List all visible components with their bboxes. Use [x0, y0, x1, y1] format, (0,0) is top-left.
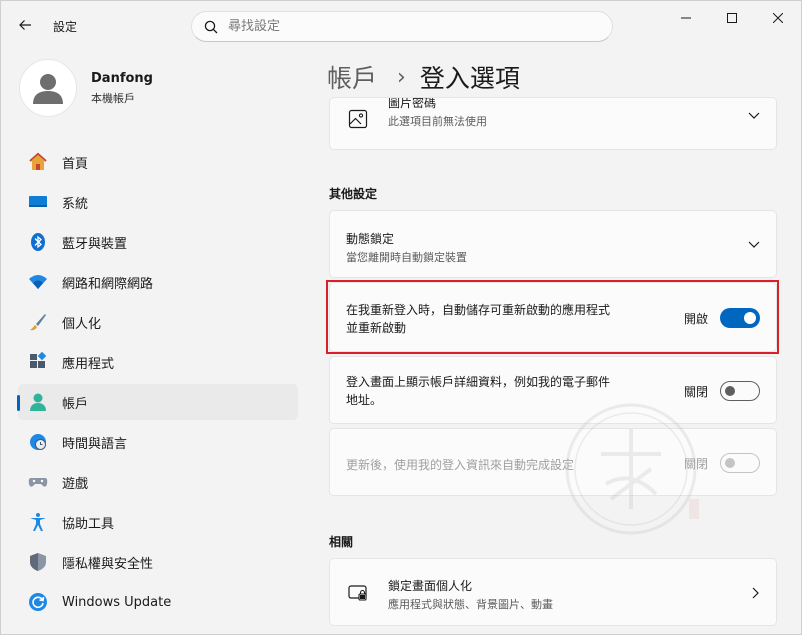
maximize-icon [727, 13, 737, 23]
accessibility-icon [28, 512, 48, 532]
breadcrumb-parent[interactable]: 帳戶 [327, 59, 377, 95]
clock-globe-icon [28, 432, 48, 452]
show-account-details-toggle[interactable] [720, 381, 760, 401]
restart-apps-card: 在我重新登入時，自動儲存可重新啟動的應用程式 並重新啟動 開啟 [329, 282, 777, 352]
sidebar-item-gaming[interactable]: 遊戲 [18, 464, 298, 500]
sidebar-item-label: 協助工具 [62, 516, 115, 532]
minimize-button[interactable] [663, 1, 709, 35]
chevron-down-icon[interactable] [748, 241, 760, 249]
avatar [19, 59, 77, 117]
sidebar-item-accounts[interactable]: 帳戶 [17, 384, 298, 420]
lock-screen-title: 鎖定畫面個人化 [388, 579, 473, 593]
lock-screen-subtitle: 應用程式與狀態、背景圖片、動畫 [388, 598, 553, 611]
sidebar-item-bluetooth[interactable]: 藍牙與裝置 [18, 224, 298, 260]
dynamic-lock-subtitle: 當您離開時自動鎖定裝置 [346, 251, 467, 264]
home-icon [28, 152, 48, 172]
show-account-details-state: 關閉 [683, 384, 708, 399]
sidebar-item-windows-update[interactable]: Windows Update [18, 584, 298, 620]
update-icon [28, 592, 48, 612]
sidebar-item-label: 應用程式 [62, 356, 115, 372]
dynamic-lock-title: 動態鎖定 [346, 232, 395, 246]
breadcrumb-separator: › [397, 64, 406, 90]
sidebar-item-network[interactable]: 網路和網際網路 [18, 264, 298, 300]
profile-account-type: 本機帳戶 [91, 91, 135, 105]
back-arrow-icon [19, 20, 31, 30]
minimize-icon [681, 17, 691, 19]
sidebar-item-apps[interactable]: 應用程式 [18, 344, 298, 380]
picture-password-card[interactable]: 圖片密碼 此選項目前無法使用 [329, 97, 777, 150]
brush-icon [28, 312, 48, 332]
related-heading: 相關 [329, 535, 354, 549]
profile-name: Danfong [91, 70, 153, 86]
sidebar-nav: 首頁 系統 藍牙與裝置 網路和網際網路 個人化 應用程式 帳戶 時間與語言 遊戲… [17, 144, 298, 624]
sidebar-item-label: 帳戶 [62, 396, 89, 412]
auto-finish-setup-card: 更新後，使用我的登入資訊來自動完成設定 關閉 [329, 428, 777, 496]
back-button[interactable] [11, 11, 39, 39]
breadcrumb: 帳戶 › 登入選項 [327, 59, 520, 95]
close-button[interactable] [755, 1, 801, 35]
picture-icon [348, 109, 368, 133]
chevron-right-icon[interactable] [752, 587, 760, 599]
maximize-button[interactable] [709, 1, 755, 35]
auto-finish-setup-label: 更新後，使用我的登入資訊來自動完成設定 [346, 458, 575, 472]
sidebar-item-privacy-security[interactable]: 隱私權與安全性 [18, 544, 298, 580]
sidebar-item-label: 網路和網際網路 [62, 276, 154, 292]
account-icon [28, 392, 48, 412]
restart-apps-label-line2: 並重新啟動 [346, 321, 407, 335]
show-account-details-card: 登入畫面上顯示帳戶詳細資料，例如我的電子郵件 地址。 關閉 [329, 356, 777, 424]
sidebar-item-accessibility[interactable]: 協助工具 [18, 504, 298, 540]
search-box[interactable] [191, 11, 613, 42]
sidebar-item-system[interactable]: 系統 [18, 184, 298, 220]
shield-icon [28, 552, 48, 572]
gamepad-icon [28, 472, 48, 492]
user-profile[interactable]: Danfong 本機帳戶 [19, 59, 153, 117]
sidebar-item-label: 系統 [62, 196, 89, 212]
user-avatar-icon [33, 74, 63, 104]
sidebar-item-personalization[interactable]: 個人化 [18, 304, 298, 340]
sidebar-item-home[interactable]: 首頁 [18, 144, 298, 180]
restart-apps-toggle[interactable] [720, 308, 760, 328]
page-title: 登入選項 [419, 64, 520, 93]
sidebar-item-label: 藍牙與裝置 [62, 236, 128, 252]
search-icon [204, 20, 218, 33]
restart-apps-label-line1: 在我重新登入時，自動儲存可重新啟動的應用程式 [346, 303, 611, 317]
chevron-down-icon[interactable] [748, 112, 760, 120]
lock-screen-personalization-card[interactable]: 鎖定畫面個人化 應用程式與狀態、背景圖片、動畫 [329, 558, 777, 626]
other-settings-heading: 其他設定 [329, 187, 378, 201]
settings-window: 設定 Danfon [0, 0, 802, 635]
bluetooth-icon [28, 232, 48, 252]
lock-screen-icon [348, 583, 368, 607]
dynamic-lock-card[interactable]: 動態鎖定 當您離開時自動鎖定裝置 [329, 210, 777, 278]
picture-password-title: 圖片密碼 [388, 97, 437, 110]
wifi-icon [28, 272, 48, 292]
show-account-details-line1: 登入畫面上顯示帳戶詳細資料，例如我的電子郵件 [346, 375, 611, 389]
picture-password-subtitle: 此選項目前無法使用 [388, 115, 487, 128]
close-icon [773, 13, 783, 23]
sidebar-item-label: 個人化 [62, 316, 102, 332]
system-icon [28, 192, 48, 212]
app-title: 設定 [53, 20, 78, 34]
sidebar-item-label: 首頁 [62, 156, 89, 172]
sidebar-item-label: 時間與語言 [62, 436, 128, 452]
sidebar-item-label: 遊戲 [62, 476, 89, 492]
window-controls [663, 1, 801, 35]
restart-apps-state: 開啟 [683, 311, 708, 326]
watermark-seal [565, 403, 699, 535]
auto-finish-setup-toggle [720, 453, 760, 473]
title-bar: 設定 [1, 1, 801, 49]
sidebar-item-label: 隱私權與安全性 [62, 556, 154, 572]
sidebar-item-label: Windows Update [62, 594, 172, 610]
apps-icon [28, 352, 48, 372]
sidebar-item-time-language[interactable]: 時間與語言 [18, 424, 298, 460]
search-input[interactable] [228, 19, 588, 34]
